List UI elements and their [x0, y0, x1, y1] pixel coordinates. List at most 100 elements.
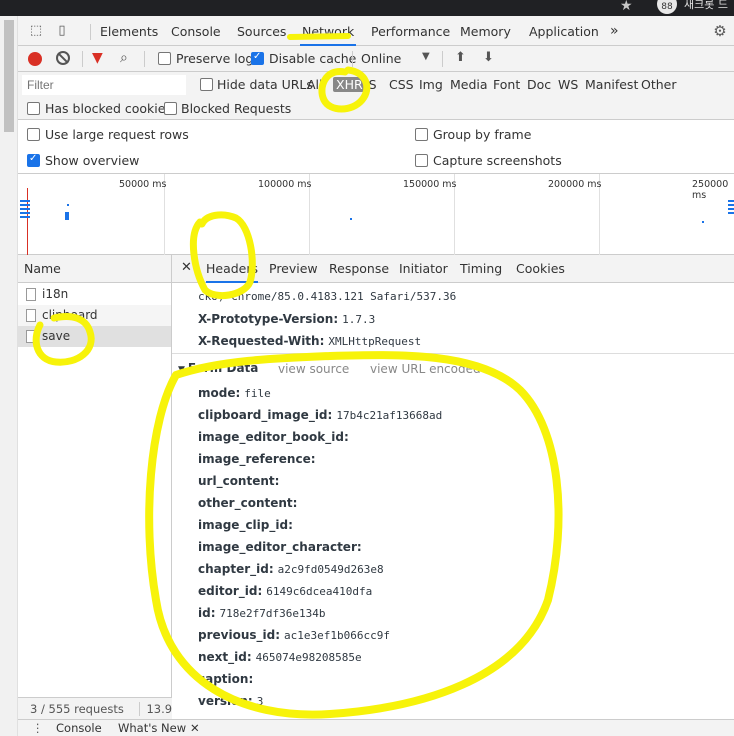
drawer-tab-whats-new[interactable]: What's New — [118, 721, 186, 735]
form-data-row: clipboard_image_id: 17b4c21af13668ad — [198, 408, 442, 422]
page-scrollbar[interactable] — [0, 16, 18, 736]
form-data-key: image_clip_id: — [198, 518, 293, 532]
name-column-header[interactable]: Name — [18, 255, 171, 283]
tab-memory[interactable]: Memory — [458, 16, 513, 46]
tab-application[interactable]: Application — [527, 16, 601, 46]
chevron-down-icon[interactable]: ▼ — [422, 51, 430, 62]
form-data-row: caption: — [198, 672, 257, 686]
has-blocked-cookies-checkbox[interactable] — [27, 102, 40, 115]
view-source-link[interactable]: view source — [278, 362, 349, 376]
export-har-icon[interactable]: ⬇ — [483, 50, 494, 65]
form-data-section-header[interactable]: ▼ Form Data — [178, 361, 258, 375]
filter-type-font[interactable]: Font — [493, 77, 520, 92]
form-data-row: next_id: 465074e98208585e — [198, 650, 362, 664]
timeline-request-bar — [20, 212, 30, 214]
disable-cache-label: Disable cache — [269, 51, 357, 66]
blocked-requests-checkbox[interactable] — [164, 102, 177, 115]
group-by-frame-checkbox[interactable] — [415, 128, 428, 141]
record-button[interactable] — [28, 52, 42, 66]
form-data-key: editor_id: — [198, 584, 263, 598]
tab-headers[interactable]: Headers — [206, 255, 259, 283]
large-rows-checkbox[interactable] — [27, 128, 40, 141]
form-data-key: image_editor_book_id: — [198, 430, 349, 444]
form-data-row: previous_id: ac1e3ef1b066cc9f — [198, 628, 390, 642]
preserve-log-checkbox[interactable] — [158, 52, 171, 65]
capture-screenshots-checkbox[interactable] — [415, 154, 428, 167]
settings-gear-icon[interactable]: ⚙ — [712, 23, 728, 39]
tab-elements[interactable]: Elements — [98, 16, 160, 46]
filter-type-manifest[interactable]: Manifest — [585, 77, 638, 92]
file-icon — [26, 288, 36, 301]
timeline-tick: 100000 ms — [258, 179, 312, 190]
request-count: 3 / 555 requests — [30, 702, 124, 716]
form-data-key: chapter_id: — [198, 562, 274, 576]
transfer-size: 13.9 kB — [139, 702, 172, 716]
request-row-i18n[interactable]: i18n — [18, 284, 171, 305]
request-row-clipboard[interactable]: clipboard — [18, 305, 171, 326]
tabbar-divider — [90, 24, 91, 40]
filter-type-media[interactable]: Media — [450, 77, 488, 92]
form-data-value: 3 — [256, 695, 264, 708]
profile-avatar[interactable]: 88 — [657, 0, 677, 14]
drawer-tab-console[interactable]: Console — [56, 721, 102, 735]
inspect-element-icon[interactable]: ⬚ — [28, 23, 44, 39]
devtools-tabbar: ⬚ ▯ Elements Console Sources Network Per… — [18, 16, 734, 46]
close-icon[interactable]: ✕ — [190, 721, 200, 735]
view-url-encoded-link[interactable]: view URL encoded — [370, 362, 481, 376]
disable-cache-checkbox[interactable] — [251, 51, 264, 65]
throttling-select[interactable]: Online — [361, 51, 401, 66]
timeline-request-bar — [20, 216, 30, 218]
timeline-request-bar — [728, 200, 734, 202]
tab-performance[interactable]: Performance — [369, 16, 452, 46]
filter-type-doc[interactable]: Doc — [527, 77, 551, 92]
show-overview-checkbox[interactable] — [27, 153, 40, 167]
request-detail-pane: ✕ Headers Preview Response Initiator Tim… — [172, 255, 734, 719]
timeline-request-bar — [728, 208, 734, 210]
timeline-tick: 200000 ms — [548, 179, 602, 190]
tab-network[interactable]: Network — [300, 16, 357, 46]
drawer-menu-icon[interactable]: ⋮ — [32, 721, 44, 735]
file-icon — [26, 309, 36, 322]
filter-type-js[interactable]: JS — [365, 77, 377, 92]
tab-timing[interactable]: Timing — [460, 255, 502, 283]
toolbar-divider — [352, 51, 353, 67]
extension-label[interactable]: 새크롯 드 — [684, 0, 728, 12]
form-data-key: mode: — [198, 386, 241, 400]
filter-input[interactable] — [22, 75, 186, 95]
filter-type-other[interactable]: Other — [641, 77, 677, 92]
file-icon — [26, 330, 36, 343]
requests-list: Name i18n clipboard save — [18, 255, 172, 719]
form-data-row: image_editor_book_id: — [198, 430, 353, 444]
more-tabs-button[interactable]: » — [608, 16, 621, 46]
form-data-row: image_editor_character: — [198, 540, 366, 554]
filter-funnel-icon[interactable]: ▼ — [92, 50, 103, 66]
timeline-tick: 50000 ms — [119, 179, 167, 190]
scrollbar-thumb[interactable] — [4, 20, 14, 132]
filter-type-img[interactable]: Img — [419, 77, 443, 92]
tab-cookies[interactable]: Cookies — [516, 255, 565, 283]
filter-type-css[interactable]: CSS — [389, 77, 414, 92]
tab-initiator[interactable]: Initiator — [399, 255, 448, 283]
filter-type-all[interactable]: All — [307, 77, 323, 92]
close-icon[interactable]: ✕ — [181, 260, 192, 275]
form-data-row: editor_id: 6149c6dcea410dfa — [198, 584, 372, 598]
tab-response[interactable]: Response — [329, 255, 389, 283]
request-row-save[interactable]: save — [18, 326, 171, 347]
filter-bar: Hide data URLs All XHR JS CSS Img Media … — [18, 72, 734, 120]
search-icon[interactable]: ⌕ — [120, 50, 128, 66]
clear-icon[interactable] — [56, 51, 70, 65]
request-name: clipboard — [42, 308, 98, 322]
import-har-icon[interactable]: ⬆ — [455, 50, 466, 65]
tab-console[interactable]: Console — [169, 16, 223, 46]
bookmark-star-icon[interactable]: ★ — [620, 0, 633, 14]
filter-type-xhr[interactable]: XHR — [333, 77, 366, 92]
filter-type-ws[interactable]: WS — [558, 77, 578, 92]
hide-data-urls-checkbox[interactable] — [200, 78, 213, 91]
browser-top-strip: ★ 88 새크롯 드 — [0, 0, 734, 16]
overview-timeline[interactable]: 50000 ms 100000 ms 150000 ms 200000 ms 2… — [18, 174, 734, 255]
tab-sources[interactable]: Sources — [235, 16, 288, 46]
form-data-row: version: 3 — [198, 694, 263, 708]
tab-preview[interactable]: Preview — [269, 255, 318, 283]
blocked-requests-label: Blocked Requests — [181, 101, 292, 116]
device-toolbar-icon[interactable]: ▯ — [54, 23, 70, 39]
